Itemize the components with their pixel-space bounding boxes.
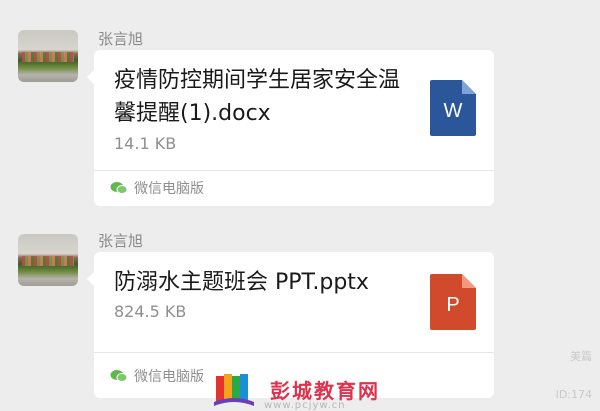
- wechat-icon: [110, 370, 128, 382]
- word-document-icon: W: [430, 80, 476, 136]
- file-message-bubble[interactable]: 疫情防控期间学生居家安全温馨提醒(1).docx 14.1 KB W 微信电脑版: [87, 50, 494, 206]
- sender-name: 张言旭: [98, 232, 144, 250]
- file-size: 14.1 KB: [114, 134, 177, 153]
- file-size: 824.5 KB: [114, 302, 187, 321]
- file-type-letter: P: [446, 294, 460, 316]
- source-label: 微信电脑版: [134, 369, 204, 385]
- source-footer: 微信电脑版: [110, 366, 204, 386]
- sender-name: 张言旭: [98, 30, 144, 48]
- divider: [94, 352, 494, 353]
- source-footer: 微信电脑版: [110, 178, 204, 198]
- file-type-letter: W: [443, 100, 463, 122]
- source-label: 微信电脑版: [134, 181, 204, 197]
- sender-avatar[interactable]: [18, 30, 78, 82]
- corner-watermark-brand: 美篇: [570, 350, 592, 363]
- corner-watermark-id: ID:174: [555, 388, 592, 401]
- file-name: 疫情防控期间学生居家安全温馨提醒(1).docx: [114, 68, 401, 126]
- wechat-icon: [110, 182, 128, 194]
- divider: [94, 170, 494, 171]
- sender-avatar[interactable]: [18, 234, 78, 286]
- watermark-url: www.pcjyw.cn: [264, 400, 346, 411]
- site-watermark: 彭城教育网 www.pcjyw.cn: [212, 370, 422, 411]
- book-logo-icon: [214, 373, 254, 406]
- file-name: 防溺水主题班会 PPT.pptx: [114, 270, 369, 295]
- powerpoint-document-icon: P: [430, 274, 476, 330]
